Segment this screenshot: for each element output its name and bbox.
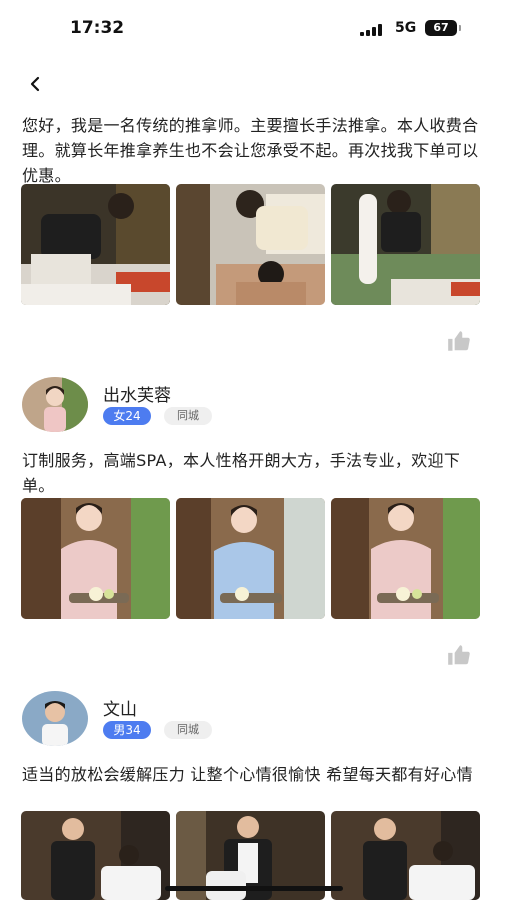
post-photo[interactable]	[331, 184, 480, 305]
signal-icon	[360, 24, 386, 36]
avatar[interactable]	[22, 377, 88, 432]
like-button[interactable]	[446, 642, 472, 668]
post-photo[interactable]	[21, 184, 170, 305]
location-badge: 同城	[164, 407, 212, 425]
post-photo[interactable]	[21, 811, 170, 900]
post-text: 适当的放松会缓解压力 让整个心情很愉快 希望每天都有好心情	[22, 765, 473, 784]
post-photo[interactable]	[331, 811, 480, 900]
gender-age-badge: 女24	[103, 407, 151, 425]
gender-age-badge: 男34	[103, 721, 151, 739]
thumbs-up-icon	[448, 645, 470, 665]
location-badge: 同城	[164, 721, 212, 739]
thumbs-up-icon	[448, 331, 470, 351]
post-photo[interactable]	[176, 498, 325, 619]
like-button[interactable]	[446, 328, 472, 354]
post-photo[interactable]	[331, 498, 480, 619]
back-button[interactable]	[24, 72, 48, 96]
post-photo[interactable]	[21, 498, 170, 619]
avatar[interactable]	[22, 691, 88, 746]
chevron-left-icon	[30, 76, 40, 92]
status-bar: 17:32 5G 67	[0, 0, 507, 58]
home-indicator[interactable]	[165, 886, 343, 891]
user-name[interactable]: 出水芙蓉	[103, 381, 171, 406]
post-text: 您好，我是一名传统的推拿师。主要擅长手法推拿。本人收费合理。就算长年推拿养生也不…	[22, 116, 479, 185]
status-time: 17:32	[70, 18, 125, 38]
post-text: 订制服务，高端SPA，本人性格开朗大方，手法专业，欢迎下单。	[22, 451, 461, 495]
post-photo[interactable]	[176, 184, 325, 305]
battery-tip	[459, 25, 461, 31]
network-type: 5G	[395, 20, 417, 36]
user-name[interactable]: 文山	[103, 695, 137, 720]
battery-icon: 67	[425, 20, 457, 36]
